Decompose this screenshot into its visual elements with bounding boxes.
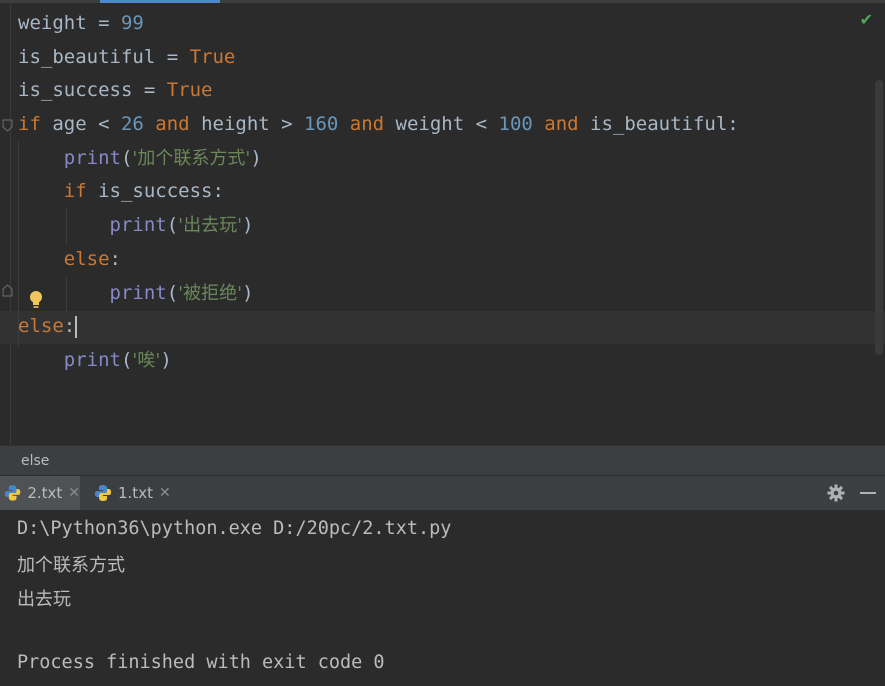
code-token: and [143, 113, 202, 136]
code-line[interactable]: is_beautiful = True [18, 41, 739, 75]
check-icon: ✔ [859, 10, 873, 29]
code-token: : [109, 247, 121, 270]
code-token: ( [120, 146, 133, 169]
breadcrumb-item[interactable]: else [21, 453, 49, 469]
code-token: ) [242, 214, 254, 237]
code-token: and [338, 113, 396, 136]
code-token: is_success = [18, 79, 167, 102]
code-token: 160 [304, 113, 339, 136]
console-line-output: 出去玩 [17, 589, 71, 610]
gutter-divider [10, 0, 11, 445]
code-token: '唉' [132, 349, 161, 371]
text-caret [75, 315, 78, 338]
code-token: else [63, 247, 110, 270]
python-file-icon [4, 485, 21, 501]
run-tab-1-txt[interactable]: 1.txt ✕ [90, 476, 180, 510]
code-token: True [189, 45, 236, 68]
code-token: True [166, 79, 213, 102]
code-token: ( [166, 214, 179, 237]
code-token: '被拒绝' [178, 282, 243, 304]
run-tab-2-txt[interactable]: 2.txt ✕ [0, 476, 80, 510]
code-token: is_beautiful: [590, 113, 739, 136]
python-file-icon [95, 485, 111, 501]
code-line[interactable]: print('被拒绝') [18, 277, 739, 311]
close-icon[interactable]: ✕ [68, 485, 80, 501]
console-line-exit-status: Process finished with exit code 0 [17, 652, 385, 673]
code-token: ( [166, 281, 179, 304]
minimize-icon[interactable] [860, 492, 876, 494]
code-line[interactable]: print('加个联系方式') [18, 142, 739, 176]
run-tab-label: 1.txt [118, 484, 153, 502]
code-token: weight < [395, 113, 499, 136]
code-token: print [63, 146, 121, 169]
code-line[interactable]: if age < 26 and height > 160 and weight … [18, 108, 739, 142]
code-lines[interactable]: weight = 99 is_beautiful = True is_success… [18, 7, 739, 378]
code-token: ) [242, 281, 254, 304]
close-icon[interactable]: ✕ [159, 485, 171, 501]
code-line[interactable]: else: [18, 243, 739, 277]
run-tab-label: 2.txt [27, 484, 63, 502]
code-token: is_success: [98, 180, 224, 203]
console-line-command: D:\Python36\python.exe D:/20pc/2.txt.py [17, 518, 452, 539]
code-token: ) [160, 348, 172, 371]
code-token: '出去玩' [178, 215, 243, 237]
code-line[interactable]: print('出去玩') [18, 209, 739, 243]
code-line[interactable]: print('唉') [18, 344, 739, 378]
code-token: weight = [18, 12, 121, 34]
code-token: '加个联系方式' [132, 147, 251, 169]
code-token: age < [52, 113, 121, 136]
editor-tab-strip [0, 0, 885, 3]
code-line[interactable]: is_success = True [18, 74, 739, 108]
code-token: if [18, 113, 53, 136]
code-token: print [63, 348, 121, 371]
breadcrumb[interactable]: else [0, 445, 885, 476]
gear-icon[interactable] [827, 484, 845, 502]
code-editor[interactable]: weight = 99 is_beautiful = True is_success… [0, 0, 885, 445]
code-token: 26 [120, 113, 144, 136]
code-token: height > [201, 113, 305, 136]
code-token: if [63, 180, 99, 203]
code-line[interactable]: if is_success: [18, 175, 739, 209]
editor-scrollbar[interactable] [875, 80, 883, 355]
active-tab-indicator [100, 0, 220, 3]
run-tool-window-tabs: 2.txt ✕ 1.txt ✕ [0, 475, 885, 511]
fold-icon[interactable] [2, 119, 13, 132]
code-token: 100 [498, 113, 533, 136]
code-token: else [18, 315, 64, 338]
code-line[interactable]: weight = 99 [18, 7, 739, 41]
code-line[interactable]: else: [18, 310, 739, 344]
code-token: 99 [120, 12, 144, 34]
code-token: : [63, 315, 76, 338]
code-token: print [109, 214, 167, 237]
code-token: and [532, 113, 591, 136]
code-token: ( [120, 348, 133, 371]
code-token: is_beautiful = [18, 45, 190, 68]
console-line-output: 加个联系方式 [17, 555, 125, 576]
code-token: ) [250, 146, 262, 169]
run-console[interactable]: D:\Python36\python.exe D:/20pc/2.txt.py … [0, 510, 885, 686]
code-token: print [109, 281, 167, 304]
fold-icon[interactable] [2, 284, 13, 297]
